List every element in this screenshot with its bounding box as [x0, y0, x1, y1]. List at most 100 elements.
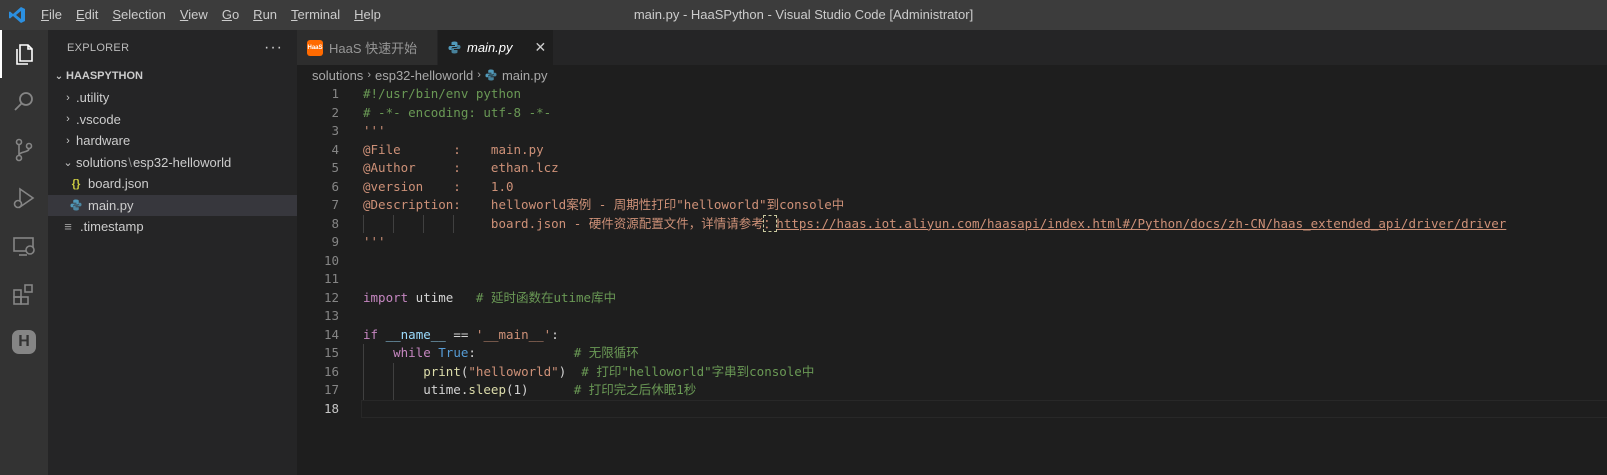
code-line: 5 @Author : ethan.lcz: [297, 159, 1607, 178]
chevron-right-icon: ›: [477, 69, 481, 81]
python-file-icon: [448, 41, 461, 54]
tab-haas-quickstart[interactable]: HaaS HaaS 快速开始: [297, 30, 438, 65]
line-number: 17: [323, 382, 339, 397]
code-text: if __name__ == '__main__':: [363, 326, 559, 345]
code-line: 12 import utime # 延时函数在utime库中: [297, 289, 1607, 308]
code-text: ''': [363, 233, 386, 252]
tree-item-label: main.py: [88, 197, 134, 213]
tree-item-label: solutions: [76, 154, 128, 170]
code-line: 7 @Description: helloworld案例 - 周期性打印"hell…: [297, 196, 1607, 215]
python-file-icon: [68, 199, 84, 211]
source-control-icon[interactable]: [0, 126, 48, 174]
code-line: 9 ''': [297, 233, 1607, 252]
haas-icon[interactable]: H: [0, 318, 48, 366]
code-token: #!/usr/bin/env python: [363, 86, 522, 101]
tree-item[interactable]: main.py: [48, 194, 297, 216]
line-number: 1: [331, 86, 339, 101]
menu-label: dit: [84, 7, 99, 22]
code-token: __name__: [385, 326, 446, 342]
tree-item-label: .vscode: [76, 111, 121, 127]
explorer-header: EXPLORER ···: [48, 30, 297, 65]
file-tree: › .utility › .vscode › hardware ⌄ solutions \ esp…: [48, 87, 297, 238]
tree-item[interactable]: {} board.json: [48, 173, 297, 195]
search-icon[interactable]: [0, 78, 48, 126]
code-text: print("helloworld") # 打印"helloworld"字串到c…: [363, 363, 814, 382]
code-token: # -*- encoding: utf-8 -*-: [363, 104, 552, 120]
code-text: @version : 1.0: [363, 178, 514, 197]
menu-item[interactable]: Edit: [69, 0, 105, 30]
menu-item[interactable]: Selection: [105, 0, 172, 30]
menu-mnemonic: H: [354, 7, 364, 22]
more-actions-icon[interactable]: ···: [264, 39, 283, 57]
explorer-icon[interactable]: [0, 30, 48, 78]
code-token: while: [393, 345, 431, 360]
tree-item-label: .timestamp: [80, 219, 144, 235]
breadcrumb-item[interactable]: solutions: [312, 68, 363, 83]
line-number: 3: [331, 123, 339, 138]
tab-main-py[interactable]: main.py ✕: [438, 30, 554, 65]
code-token: utime.: [363, 382, 469, 397]
code-token: import: [363, 289, 409, 305]
code-text: @File : main.py: [363, 141, 544, 160]
code-text: #!/usr/bin/env python: [363, 85, 521, 104]
code-token: # 延时函数在utime库中: [475, 289, 617, 305]
tree-item[interactable]: ≡ .timestamp: [48, 216, 297, 238]
line-number: 15: [323, 345, 339, 360]
breadcrumb-item[interactable]: esp32-helloworld: [375, 68, 473, 83]
workspace-root[interactable]: ⌄ HAASPYTHON: [48, 65, 297, 87]
code-token: "helloworld": [468, 363, 559, 379]
code-token: # 打印完之后休眠1秒: [573, 382, 697, 397]
chevron-down-icon: ⌄: [54, 70, 64, 82]
menu-item[interactable]: Go: [215, 0, 246, 30]
line-number: 2: [331, 104, 339, 120]
title-bar: File Edit Selection View Go Run Terminal Help m…: [0, 0, 1607, 30]
code-line: 15 while True: # 无限循环: [297, 344, 1607, 363]
menu-mnemonic: E: [75, 7, 85, 22]
line-number: 8: [331, 215, 339, 231]
code-token: board.json - 硬件资源配置文件，详情请参考: [363, 215, 764, 231]
code-token: https://haas.iot.aliyun.com/haasapi/inde…: [776, 215, 1507, 231]
code-line: 10: [297, 252, 1607, 271]
chevron-right-icon: ›: [66, 91, 70, 104]
remote-explorer-icon[interactable]: [0, 222, 48, 270]
close-icon[interactable]: ✕: [535, 39, 547, 56]
code-editor[interactable]: 1 #!/usr/bin/env python 2 # -*- encoding: u…: [297, 85, 1607, 475]
tree-item[interactable]: ⌄ solutions \ esp32-helloworld: [48, 152, 297, 174]
extensions-icon[interactable]: [0, 270, 48, 318]
menu-item[interactable]: Terminal: [284, 0, 347, 30]
line-number: 6: [331, 178, 339, 194]
menu-bar: File Edit Selection View Go Run Terminal Help: [34, 0, 388, 30]
menu-item[interactable]: Help: [347, 0, 388, 30]
code-token: sleep: [468, 382, 506, 397]
breadcrumb-item[interactable]: main.py: [502, 68, 548, 83]
tree-item-label: esp32-helloworld: [132, 154, 232, 170]
explorer-sidebar: EXPLORER ··· ⌄ HAASPYTHON › .utility › .vsc…: [48, 30, 297, 475]
line-number: 5: [331, 160, 339, 175]
line-number: 12: [323, 289, 339, 305]
code-token: '__main__': [475, 326, 552, 342]
tree-item[interactable]: › hardware: [48, 130, 297, 152]
vscode-logo-icon[interactable]: [0, 0, 34, 30]
menu-item[interactable]: View: [173, 0, 215, 30]
code-text: ''': [363, 122, 386, 141]
menu-mnemonic: R: [253, 7, 263, 22]
code-token: # 无限循环: [573, 345, 639, 360]
json-file-icon: {}: [71, 177, 81, 190]
menu-item[interactable]: Run: [246, 0, 284, 30]
code-line: 17 utime.sleep(1) # 打印完之后休眠1秒: [297, 381, 1607, 400]
run-debug-icon[interactable]: [0, 174, 48, 222]
tree-item-label: hardware: [76, 133, 131, 149]
tab-label: HaaS 快速开始: [329, 41, 418, 56]
menu-item[interactable]: File: [34, 0, 69, 30]
code-text: import utime # 延时函数在utime库中: [363, 289, 616, 308]
code-token: ：: [762, 214, 778, 232]
code-token: ): [558, 363, 582, 379]
line-number: 18: [323, 400, 339, 416]
explorer-title: EXPLORER: [67, 41, 130, 54]
tree-item[interactable]: › .utility: [48, 87, 297, 109]
code-token: print: [423, 363, 461, 379]
code-line: 3 ''': [297, 122, 1607, 141]
tree-item[interactable]: › .vscode: [48, 109, 297, 131]
